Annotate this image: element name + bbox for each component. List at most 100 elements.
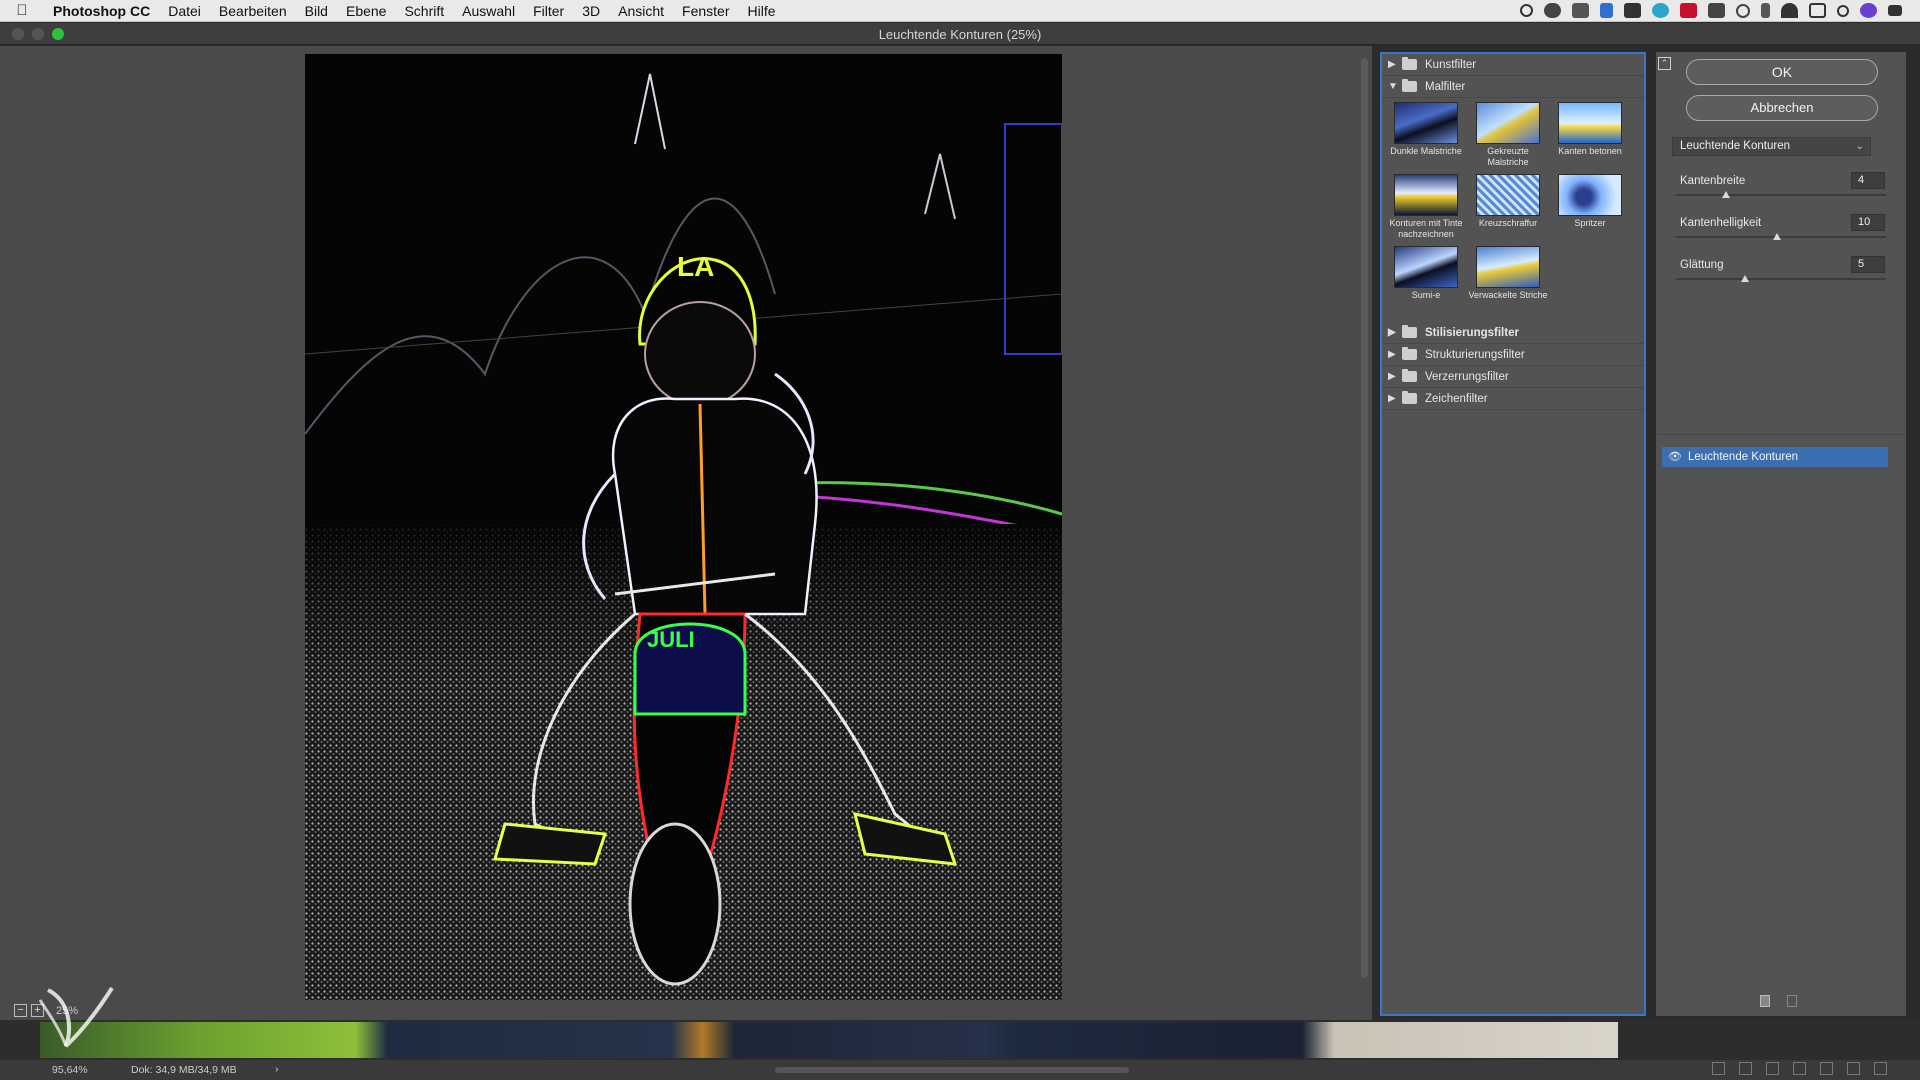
expand-triangle-icon[interactable]: ▶ — [1388, 349, 1402, 360]
category-label: Kunstfilter — [1425, 58, 1477, 71]
menu-bearbeiten[interactable]: Bearbeiten — [210, 0, 296, 22]
bluetooth-icon[interactable] — [1761, 3, 1770, 18]
pdf-icon[interactable] — [1680, 3, 1697, 18]
group-folder-icon[interactable] — [1820, 1062, 1833, 1075]
status-menu-arrow-icon[interactable]: › — [275, 1063, 279, 1075]
menu-datei[interactable]: Datei — [159, 0, 210, 22]
filter-preview-image[interactable]: LA JULI — [305, 54, 1062, 1000]
apple-icon[interactable]:  — [0, 2, 44, 19]
param-glaettung: Glättung 5 — [1676, 256, 1886, 299]
filter-thumb-sumi-e[interactable]: Sumi-e — [1385, 246, 1467, 314]
status-doc-size: Dok: 34,9 MB/34,9 MB — [131, 1064, 237, 1076]
filter-thumb-gekreuzte-malstriche[interactable]: Gekreuzte Malstriche — [1467, 102, 1549, 170]
category-strukturierungsfilter[interactable]: ▶ Strukturierungsfilter — [1382, 344, 1644, 366]
expand-triangle-icon[interactable]: ▶ — [1388, 371, 1402, 382]
expand-triangle-icon[interactable]: ▶ — [1388, 327, 1402, 338]
bell-icon[interactable] — [1708, 3, 1725, 18]
ok-button[interactable]: OK — [1686, 59, 1878, 85]
preview-area[interactable]: LA JULI − + 25% — [0, 46, 1372, 1020]
filter-thumb-dunkle-malstriche[interactable]: Dunkle Malstriche — [1385, 102, 1467, 170]
param-value-input[interactable]: 10 — [1851, 214, 1885, 231]
link-icon[interactable] — [1712, 1062, 1725, 1075]
slider-knob-icon[interactable] — [1772, 233, 1781, 240]
filter-thumb-label: Gekreuzte Malstriche — [1487, 146, 1529, 167]
expand-triangle-icon[interactable]: ▶ — [1388, 59, 1402, 70]
mask-icon[interactable] — [1766, 1062, 1779, 1075]
search-icon[interactable] — [1837, 4, 1849, 17]
category-stilisierungsfilter[interactable]: ▶ Stilisierungsfilter — [1382, 322, 1644, 344]
filter-gallery-panel: ▶ Kunstfilter ▼ Malfilter Dunkle Malstri… — [1380, 52, 1646, 1016]
creative-cloud-icon[interactable] — [1544, 3, 1561, 18]
filter-thumb-kreuzschraffur[interactable]: Kreuzschraffur — [1467, 174, 1549, 242]
folder-icon — [1402, 325, 1417, 338]
menu-3d[interactable]: 3D — [573, 0, 609, 22]
sync-icon[interactable] — [1572, 3, 1589, 18]
category-label: Malfilter — [1425, 80, 1466, 93]
filter-thumbnail-image — [1476, 102, 1540, 144]
record-icon[interactable] — [1520, 4, 1533, 17]
dropbox-icon[interactable] — [1600, 3, 1613, 18]
menu-ansicht[interactable]: Ansicht — [609, 0, 673, 22]
new-layer-icon[interactable] — [1847, 1062, 1860, 1075]
folder-icon[interactable] — [1624, 3, 1641, 18]
horizontal-scrollbar[interactable] — [775, 1067, 1129, 1073]
menu-schrift[interactable]: Schrift — [395, 0, 453, 22]
menu-hilfe[interactable]: Hilfe — [739, 0, 785, 22]
status-zoom[interactable]: 95,64% — [52, 1064, 88, 1076]
fx-icon[interactable] — [1739, 1062, 1752, 1075]
airplay-icon[interactable] — [1809, 3, 1826, 18]
menu-bild[interactable]: Bild — [296, 0, 337, 22]
eye-icon[interactable]: 👁 — [1668, 447, 1682, 467]
preview-vertical-scrollbar[interactable] — [1361, 58, 1368, 978]
category-kunstfilter[interactable]: ▶ Kunstfilter — [1382, 54, 1644, 76]
slider-knob-icon[interactable] — [1722, 191, 1731, 198]
filter-dropdown[interactable]: Leuchtende Konturen ⌄ — [1672, 137, 1871, 156]
menu-ebene[interactable]: Ebene — [337, 0, 395, 22]
filter-thumb-verwackelte-striche[interactable]: Verwackelte Striche — [1467, 246, 1549, 314]
globe-icon[interactable] — [1652, 3, 1669, 18]
siri-icon[interactable] — [1860, 3, 1877, 18]
expand-triangle-icon[interactable]: ▶ — [1388, 393, 1402, 404]
effect-layer-row[interactable]: 👁 Leuchtende Konturen — [1662, 447, 1888, 467]
category-label: Verzerrungsfilter — [1425, 370, 1509, 383]
collapse-triangle-icon[interactable]: ▼ — [1388, 81, 1402, 92]
filter-thumbnail-image — [1394, 246, 1458, 288]
filter-thumb-label: Kanten betonen — [1558, 146, 1622, 156]
filter-dropdown-value: Leuchtende Konturen — [1680, 140, 1790, 152]
list-icon[interactable] — [1888, 5, 1902, 16]
category-verzerrungsfilter[interactable]: ▶ Verzerrungsfilter — [1382, 366, 1644, 388]
filter-thumb-kanten-betonen[interactable]: Kanten betonen — [1549, 102, 1631, 170]
adjustment-icon[interactable] — [1793, 1062, 1806, 1075]
menu-app-name[interactable]: Photoshop CC — [44, 0, 159, 22]
param-value-input[interactable]: 5 — [1851, 256, 1885, 273]
menu-auswahl[interactable]: Auswahl — [453, 0, 524, 22]
filter-thumb-label: Verwackelte Striche — [1468, 290, 1548, 300]
category-zeichenfilter[interactable]: ▶ Zeichenfilter — [1382, 388, 1644, 410]
menu-filter[interactable]: Filter — [524, 0, 573, 22]
window-titlebar: Leuchtende Konturen (25%) — [0, 23, 1920, 45]
param-label: Glättung — [1680, 259, 1724, 271]
wifi-icon[interactable] — [1781, 3, 1798, 18]
category-label: Strukturierungsfilter — [1425, 348, 1525, 361]
folder-icon — [1402, 391, 1417, 404]
folder-icon — [1402, 347, 1417, 360]
param-value-input[interactable]: 4 — [1851, 172, 1885, 189]
menu-fenster[interactable]: Fenster — [673, 0, 738, 22]
filter-thumb-konturen-mit-tinte[interactable]: Konturen mit Tinte nachzeichnen — [1385, 174, 1467, 242]
cancel-button[interactable]: Abbrechen — [1686, 95, 1878, 121]
zoom-out-button[interactable]: − — [14, 1004, 27, 1017]
delete-layer-icon[interactable] — [1874, 1062, 1887, 1075]
category-label: Stilisierungsfilter — [1425, 326, 1519, 339]
filter-thumb-label: Sumi-e — [1411, 290, 1441, 300]
collapse-gallery-icon[interactable]: ⌃ — [1658, 57, 1671, 70]
new-effect-layer-icon[interactable] — [1760, 995, 1770, 1007]
category-malfilter[interactable]: ▼ Malfilter — [1382, 76, 1644, 98]
trash-icon[interactable] — [1787, 995, 1797, 1007]
filter-thumb-spritzer[interactable]: Spritzer — [1549, 174, 1631, 242]
param-slider-track[interactable] — [1676, 194, 1886, 196]
param-slider-track[interactable] — [1676, 278, 1886, 280]
folder-icon — [1402, 369, 1417, 382]
time-machine-icon[interactable] — [1736, 3, 1750, 18]
slider-knob-icon[interactable] — [1741, 275, 1750, 282]
param-slider-track[interactable] — [1676, 236, 1886, 238]
